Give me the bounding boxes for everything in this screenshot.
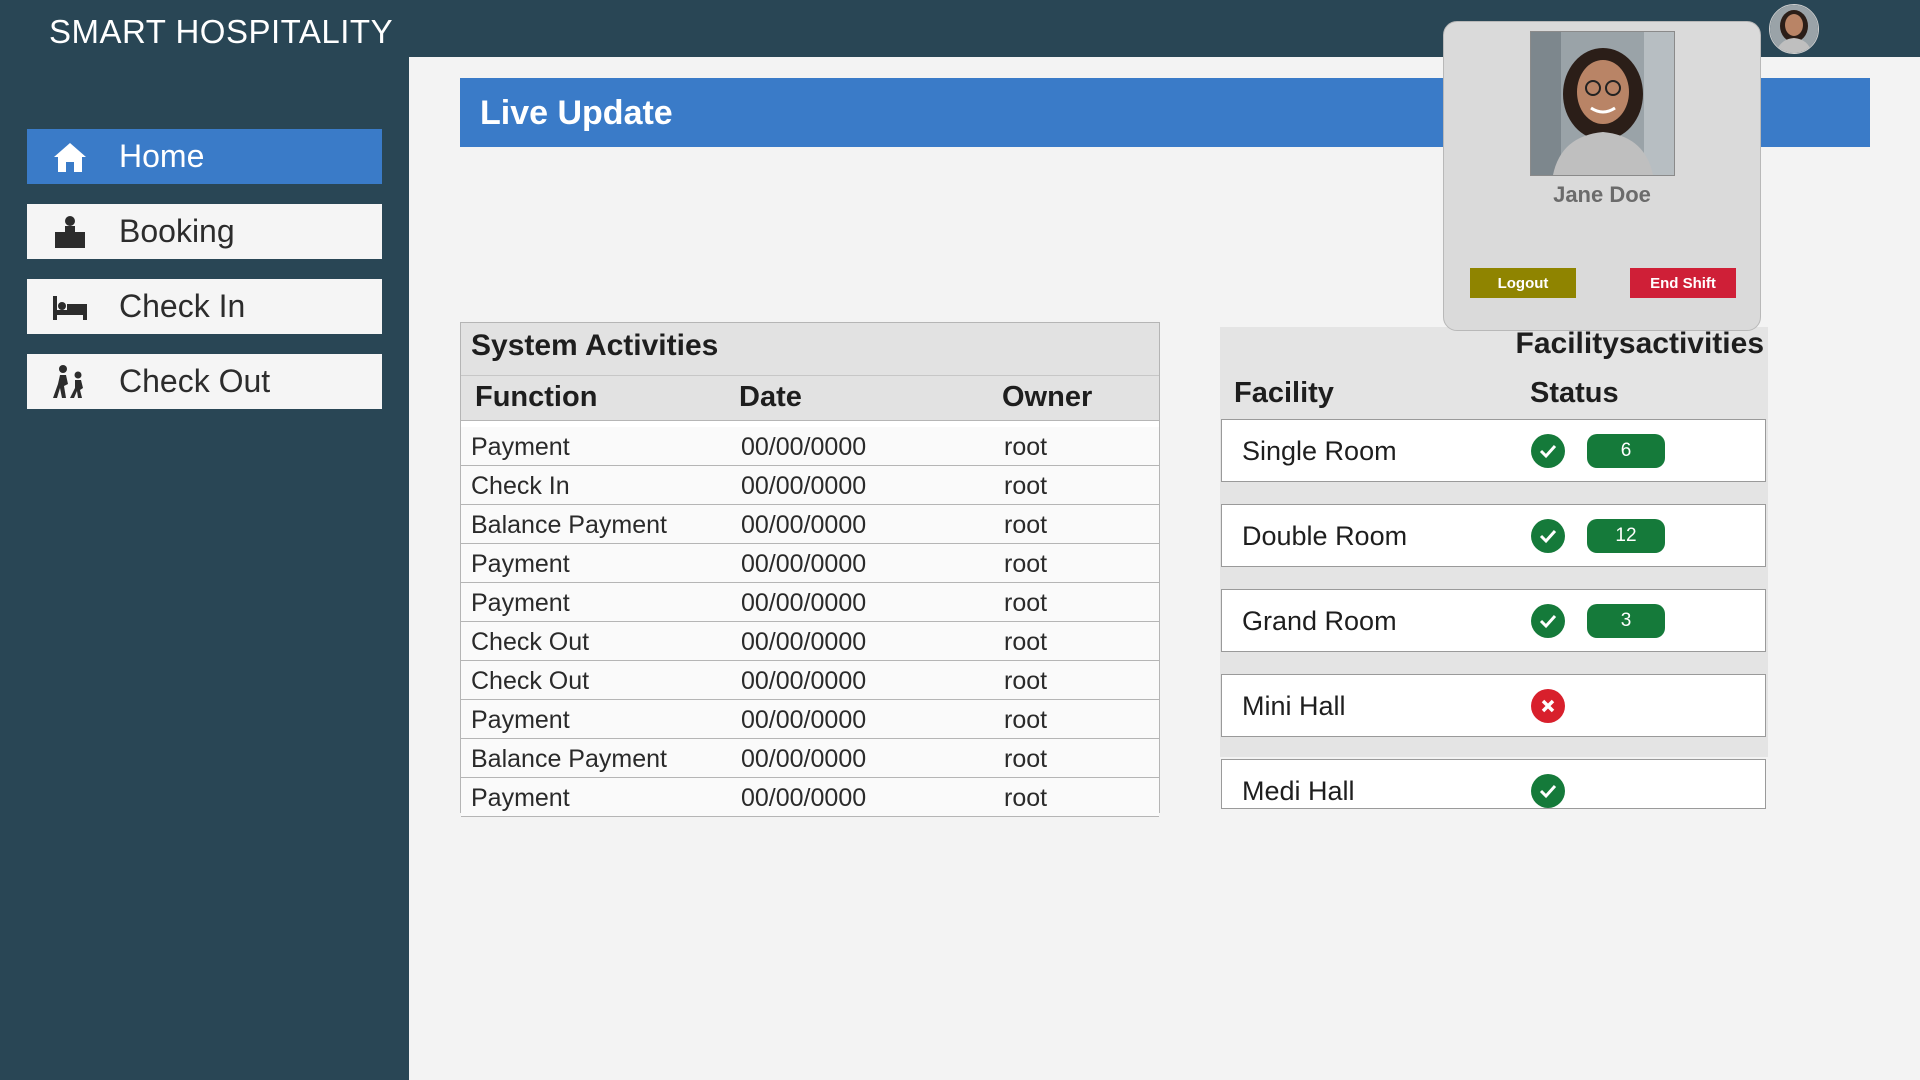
facility-name: Single Room xyxy=(1242,436,1397,466)
sidebar-item-home[interactable]: Home xyxy=(27,129,382,184)
cell-date: 00/00/0000 xyxy=(741,472,867,500)
sidebar-item-label: Home xyxy=(119,138,205,174)
system-activities-header: System Activities Function Date Owner xyxy=(461,323,1159,421)
facility-row-single-room[interactable]: Single Room 6 xyxy=(1221,419,1766,482)
profile-popup: Jane Doe Logout End Shift xyxy=(1443,21,1761,331)
sidebar-item-check-out[interactable]: Check Out xyxy=(27,354,382,409)
system-activities-panel: System Activities Function Date Owner Pa… xyxy=(460,322,1160,817)
facility-activities-title: Facilitysactivities xyxy=(1515,327,1764,360)
table-header-row: Function Date Owner xyxy=(461,375,1159,420)
cell-function: Balance Payment xyxy=(471,745,667,773)
cell-date: 00/00/0000 xyxy=(741,589,867,617)
walking-people-icon xyxy=(51,363,89,401)
cell-owner: root xyxy=(1004,550,1048,578)
cell-function: Payment xyxy=(471,589,570,617)
facility-row-double-room[interactable]: Double Room 12 xyxy=(1221,504,1766,567)
table-row[interactable]: Payment 00/00/0000 root xyxy=(461,544,1159,583)
divider xyxy=(1221,808,1766,809)
cell-date: 00/00/0000 xyxy=(741,745,867,773)
avatar[interactable] xyxy=(1769,4,1819,54)
check-circle-icon xyxy=(1531,604,1565,638)
count-badge: 6 xyxy=(1587,434,1665,468)
facility-name: Medi Hall xyxy=(1242,776,1355,806)
system-activities-title: System Activities xyxy=(471,329,719,362)
end-shift-button[interactable]: End Shift xyxy=(1630,268,1736,298)
facility-row-medi-hall[interactable]: Medi Hall xyxy=(1221,759,1766,809)
cell-function: Payment xyxy=(471,784,570,812)
table-row[interactable]: Check Out 00/00/0000 root xyxy=(461,622,1159,661)
facility-row-grand-room[interactable]: Grand Room 3 xyxy=(1221,589,1766,652)
x-circle-icon xyxy=(1531,689,1565,723)
table-row[interactable]: Check In 00/00/0000 root xyxy=(461,466,1159,505)
column-header-function: Function xyxy=(475,381,598,413)
bed-icon xyxy=(51,288,89,326)
cell-function: Balance Payment xyxy=(471,511,667,539)
column-header-status: Status xyxy=(1530,377,1619,409)
table-row[interactable]: Balance Payment 00/00/0000 root xyxy=(461,505,1159,544)
profile-name: Jane Doe xyxy=(1553,182,1651,207)
check-circle-icon xyxy=(1531,774,1565,808)
cell-function: Payment xyxy=(471,433,570,461)
table-row[interactable]: Check Out 00/00/0000 root xyxy=(461,661,1159,700)
table-row[interactable]: Balance Payment 00/00/0000 root xyxy=(461,739,1159,778)
cell-owner: root xyxy=(1004,706,1048,734)
cell-owner: root xyxy=(1004,667,1048,695)
cell-function: Payment xyxy=(471,706,570,734)
table-row[interactable]: Payment 00/00/0000 root xyxy=(461,583,1159,622)
cell-owner: root xyxy=(1004,784,1048,812)
facility-name: Double Room xyxy=(1242,521,1408,551)
table-row[interactable]: Payment 00/00/0000 root xyxy=(461,700,1159,739)
logout-button[interactable]: Logout xyxy=(1470,268,1576,298)
cell-date: 00/00/0000 xyxy=(741,667,867,695)
live-update-title: Live Update xyxy=(480,94,673,132)
count-badge: 12 xyxy=(1587,519,1665,553)
facility-name: Grand Room xyxy=(1242,606,1397,636)
cell-owner: root xyxy=(1004,589,1048,617)
facility-name: Mini Hall xyxy=(1242,691,1346,721)
cell-date: 00/00/0000 xyxy=(741,550,867,578)
table-header-row: Facility Status xyxy=(1220,372,1768,412)
cell-date: 00/00/0000 xyxy=(741,433,867,461)
profile-photo xyxy=(1530,31,1675,176)
cell-function: Check Out xyxy=(471,628,590,656)
sidebar-item-check-in[interactable]: Check In xyxy=(27,279,382,334)
column-header-owner: Owner xyxy=(1002,381,1093,413)
cell-function: Check In xyxy=(471,472,570,500)
cell-function: Payment xyxy=(471,550,570,578)
cell-owner: root xyxy=(1004,433,1048,461)
cell-date: 00/00/0000 xyxy=(741,784,867,812)
count-badge: 3 xyxy=(1587,604,1665,638)
sidebar-item-label: Booking xyxy=(119,213,235,249)
sidebar-item-booking[interactable]: Booking xyxy=(27,204,382,259)
app-title: SMART HOSPITALITY xyxy=(49,13,394,50)
cell-function: Check Out xyxy=(471,667,590,695)
table-row[interactable]: Payment 00/00/0000 root xyxy=(461,778,1159,817)
check-circle-icon xyxy=(1531,434,1565,468)
sidebar-item-label: Check Out xyxy=(119,363,271,399)
cell-date: 00/00/0000 xyxy=(741,706,867,734)
sidebar-item-label: Check In xyxy=(119,288,246,324)
column-header-facility: Facility xyxy=(1234,377,1334,409)
table-row[interactable]: Payment 00/00/0000 root xyxy=(461,427,1159,466)
cell-owner: root xyxy=(1004,511,1048,539)
cell-owner: root xyxy=(1004,472,1048,500)
cell-owner: root xyxy=(1004,628,1048,656)
cell-date: 00/00/0000 xyxy=(741,628,867,656)
cell-owner: root xyxy=(1004,745,1048,773)
desk-icon xyxy=(51,213,89,251)
facility-row-mini-hall[interactable]: Mini Hall xyxy=(1221,674,1766,737)
home-icon xyxy=(51,138,89,176)
cell-date: 00/00/0000 xyxy=(741,511,867,539)
column-header-date: Date xyxy=(739,381,802,413)
check-circle-icon xyxy=(1531,519,1565,553)
